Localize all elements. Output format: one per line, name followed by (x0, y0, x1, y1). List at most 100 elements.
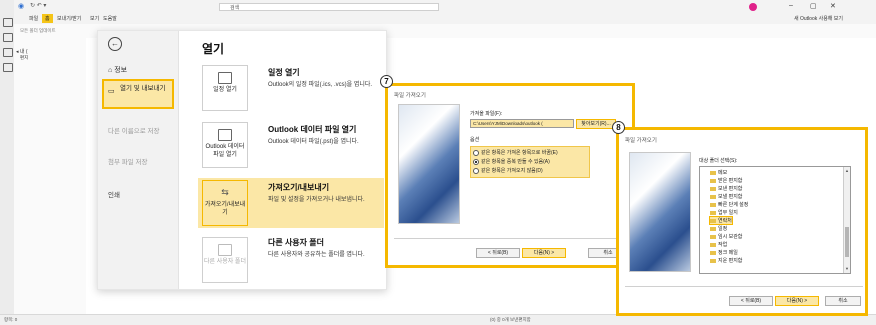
status-items: 항목: 0 (4, 317, 18, 322)
radio-button[interactable] (473, 149, 479, 156)
radio-button-selected[interactable] (473, 158, 479, 165)
next-button[interactable]: 다음(N) > (522, 248, 566, 258)
tree-item-label: 받은 편지함 (718, 178, 743, 184)
quick-access-icon[interactable]: ↻ ↶ ▾ (30, 2, 46, 9)
tree-item-label: 작업 (718, 242, 728, 248)
tree-scrollbar[interactable]: ▲ ▼ (843, 167, 850, 273)
nav-print[interactable]: 인쇄 (108, 189, 120, 199)
data-file-icon (218, 129, 232, 141)
folder-icon (710, 234, 716, 239)
folder-icon (710, 186, 716, 191)
radio-skip-duplicates[interactable]: 같은 항목은 가져오지 않음(D) (473, 167, 543, 174)
apps-icon[interactable] (3, 63, 13, 72)
other-user-folder-tile[interactable]: 다른 사용자 폴더 (202, 237, 248, 283)
file-to-import-label: 가져올 파일(F): (470, 111, 503, 117)
nav-save-attachments[interactable]: 첨부 파일 저장 (108, 158, 164, 167)
avatar[interactable] (749, 3, 757, 11)
menu-home[interactable]: 홈 (42, 14, 53, 23)
menu-file[interactable]: 파일 (26, 14, 41, 23)
try-new-outlook-toggle[interactable]: 새 Outlook 사용해 보기 (794, 15, 843, 22)
contacts-icon (710, 218, 716, 223)
step-badge-8: 8 (612, 121, 625, 134)
select-folder-label: 대상 폴더 선택(S): (699, 158, 738, 164)
back-arrow-button[interactable]: ← (108, 37, 122, 51)
open-calendar-tile-label: 일정 열기 (213, 87, 237, 93)
radio-allow-duplicates[interactable]: 같은 항목을 중복 만들 수 있음(A) (473, 158, 550, 165)
tree-item-label: 일정 (718, 226, 728, 232)
menu-bar: 파일 홈 보내기/받기 보기 도움말 새 Outlook 사용해 보기 (14, 13, 876, 24)
import-export-title: 가져오기/내보내기 (268, 183, 330, 192)
scroll-thumb[interactable] (845, 227, 849, 257)
dialog-title: 파일 가져오기 (625, 138, 657, 144)
file-path-input[interactable]: C:\Users\YJM\Downloads\outlook ( (470, 119, 574, 128)
tree-item[interactable]: 정크 메일 (710, 249, 738, 256)
radio-button[interactable] (473, 167, 479, 174)
wizard-image (629, 152, 691, 272)
tree-item[interactable]: 메모 (710, 169, 727, 176)
tree-item[interactable]: 작업 (710, 241, 727, 248)
page-title: 열기 (202, 42, 225, 56)
browse-button[interactable]: 찾아보기(R)... (576, 119, 616, 129)
other-user-folder-title: 다른 사용자 폴더 (268, 238, 324, 247)
import-export-arrows-icon: ⇆ (221, 187, 229, 197)
shared-folder-icon (218, 244, 232, 256)
nav-open-export[interactable]: ▭ 열기 및 내보내기 (102, 79, 174, 109)
open-data-file-title: Outlook 데이터 파일 열기 (268, 125, 357, 134)
people-icon[interactable] (3, 48, 13, 57)
radio-allow-label: 같은 항목을 중복 만들 수 있음(A) (481, 159, 550, 165)
other-user-folder-tile-label: 다른 사용자 폴더 (204, 259, 246, 265)
tree-item[interactable]: 임시 보관함 (710, 233, 742, 240)
menu-help[interactable]: 도움말 (100, 14, 120, 23)
folder-pane-header[interactable]: ◂ 내 ( (16, 48, 28, 55)
step-badge-7: 7 (380, 75, 393, 88)
folder-icon (710, 194, 716, 199)
mail-icon[interactable] (3, 18, 13, 27)
cancel-button[interactable]: 취소 (825, 296, 861, 306)
folder-tree[interactable]: 메모 받은 편지함 보낸 편지함 보낼 편지함 빠른 단계 설정 업무 일지 연… (699, 166, 851, 274)
folder-pane-sub[interactable]: 편지 (20, 55, 28, 61)
tree-item-label: 보낼 편지함 (718, 194, 743, 200)
folder-pane: ◂ 내 ( 편지 (14, 38, 87, 314)
tree-item[interactable]: 보낼 편지함 (710, 193, 742, 200)
open-calendar-tile[interactable]: 일정 열기 (202, 65, 248, 111)
import-export-tile[interactable]: ⇆ 가져오기/내보내기 (202, 180, 248, 226)
tree-item[interactable]: 빠른 단계 설정 (710, 201, 748, 208)
ribbon-label[interactable]: 모든 폴더 업데이트 (20, 28, 56, 34)
open-data-file-tile[interactable]: Outlook 데이터 파일 열기 (202, 122, 248, 168)
back-button[interactable]: < 뒤로(B) (729, 296, 773, 306)
tree-item[interactable]: 보낸 편지함 (710, 185, 742, 192)
open-calendar-title: 일정 열기 (268, 68, 300, 77)
maximize-button[interactable]: ▢ (810, 2, 817, 10)
tree-item[interactable]: 일정 (710, 225, 727, 232)
tree-item[interactable]: 지운 편지함 (710, 257, 742, 264)
open-calendar-desc: Outlook의 일정 파일(.ics, .vcs)을 엽니다. (268, 82, 373, 88)
tree-item-label: 정크 메일 (718, 250, 738, 256)
other-user-folder-desc: 다른 사용자와 공유하는 폴더를 엽니다. (268, 252, 365, 258)
backstage-panel: ← ⌂ 정보 ▭ 열기 및 내보내기 다른 이름으로 저장 첨부 파일 저장 인… (97, 30, 387, 290)
tree-item-label: 지운 편지함 (718, 258, 743, 264)
tree-item-label: 빠른 단계 설정 (718, 202, 749, 208)
backstage-nav: ← ⌂ 정보 ▭ 열기 및 내보내기 다른 이름으로 저장 첨부 파일 저장 인… (98, 31, 179, 289)
tree-item[interactable]: 업무 일지 (710, 209, 738, 216)
nav-info[interactable]: ⌂ 정보 (108, 65, 127, 75)
tree-item-contacts-selected[interactable]: 연락처 (709, 216, 733, 225)
folder-open-icon: ▭ (108, 88, 115, 95)
dialog-title: 파일 가져오기 (394, 93, 426, 99)
menu-send-receive[interactable]: 보내기/받기 (54, 14, 84, 23)
tree-item[interactable]: 받은 편지함 (710, 177, 742, 184)
close-button[interactable]: ✕ (830, 2, 836, 10)
minimize-button[interactable]: – (789, 2, 793, 9)
folder-icon (710, 178, 716, 183)
nav-save-as[interactable]: 다른 이름으로 저장 (108, 127, 168, 136)
scroll-down-icon[interactable]: ▼ (844, 266, 850, 271)
next-button[interactable]: 다음(N) > (775, 296, 819, 306)
import-export-desc: 파일 및 설정을 가져오거나 내보냅니다. (268, 197, 365, 203)
back-button[interactable]: < 뒤로(B) (476, 248, 520, 258)
radio-replace-duplicates[interactable]: 같은 항목은 가져온 항목으로 바꿈(E) (473, 149, 558, 156)
scroll-up-icon[interactable]: ▲ (844, 168, 850, 173)
search-input[interactable]: 검색 (219, 3, 439, 11)
folder-icon (710, 202, 716, 207)
select-folder-dialog: 파일 가져오기 대상 폴더 선택(S): 메모 받은 편지함 보낸 편지함 보낼… (616, 127, 868, 316)
calendar-icon[interactable] (3, 33, 13, 42)
folder-icon (710, 258, 716, 263)
